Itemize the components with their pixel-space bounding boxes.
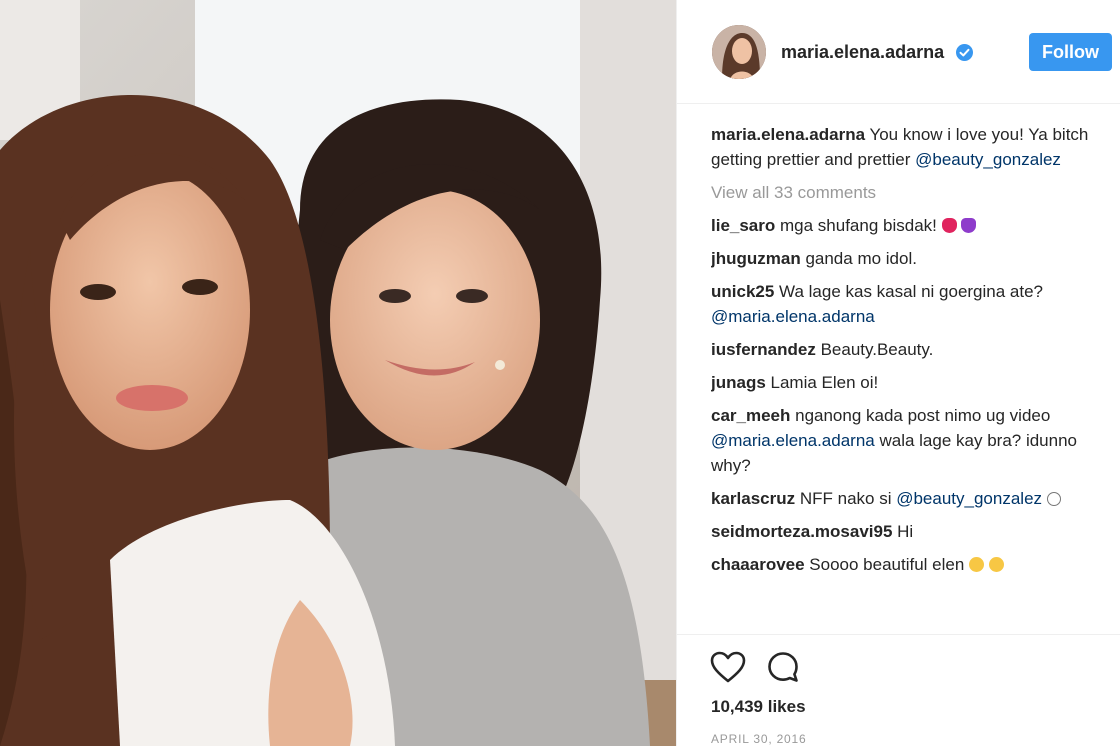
comment-mention[interactable]: @beauty_gonzalez <box>896 489 1042 508</box>
comment: lie_saro mga shufang bisdak! <box>711 213 1111 238</box>
comment-username[interactable]: chaaarovee <box>711 555 805 574</box>
comment-mention[interactable]: @maria.elena.adarna <box>711 307 875 326</box>
post-sidebar: maria.elena.adarna Follow maria.elena.ad… <box>676 0 1120 746</box>
post-header: maria.elena.adarna Follow <box>677 0 1120 104</box>
heart-icon[interactable] <box>710 651 746 683</box>
comments-list[interactable]: maria.elena.adarna You know i love you! … <box>711 122 1111 634</box>
comment: unick25 Wa lage kas kasal ni goergina at… <box>711 279 1111 329</box>
comment: karlascruz NFF nako si @beauty_gonzalez <box>711 486 1111 511</box>
comment-text: NFF nako si <box>795 489 897 508</box>
comment-text: Beauty.Beauty. <box>815 340 934 359</box>
comment-text: mga shufang bisdak! <box>775 216 942 235</box>
post-photo-illustration <box>0 0 676 746</box>
comment-username[interactable]: lie_saro <box>711 216 775 235</box>
heart-eyes-emoji-icon <box>969 557 985 572</box>
comment-icon[interactable] <box>767 651 799 683</box>
comment-username[interactable]: seidmorteza.mosavi95 <box>711 522 892 541</box>
comment-text: Lamia Elen oi! <box>765 373 879 392</box>
avatar[interactable] <box>712 25 766 79</box>
comment-text: Hi <box>892 522 914 541</box>
comment: seidmorteza.mosavi95 Hi <box>711 519 1111 544</box>
avatar-image <box>712 25 766 79</box>
username-link[interactable]: maria.elena.adarna <box>781 42 944 63</box>
caption-mention[interactable]: @beauty_gonzalez <box>915 150 1061 169</box>
comment: jhuguzman ganda mo idol. <box>711 246 1111 271</box>
comment-username[interactable]: karlascruz <box>711 489 795 508</box>
post-photo[interactable] <box>0 0 676 746</box>
likes-count[interactable]: 10,439 likes <box>711 697 806 717</box>
comment-username[interactable]: car_meeh <box>711 406 790 425</box>
post-actions: 10,439 likes APRIL 30, 2016 <box>677 634 1120 746</box>
comment: junags Lamia Elen oi! <box>711 370 1111 395</box>
comment-text: Soooo beautiful elen <box>804 555 970 574</box>
comment-username[interactable]: jhuguzman <box>711 249 801 268</box>
follow-button[interactable]: Follow <box>1029 33 1112 71</box>
comment: car_meeh nganong kada post nimo ug video… <box>711 403 1111 478</box>
heart-eyes-emoji-icon <box>988 557 1004 572</box>
comment-text: ganda mo idol. <box>800 249 917 268</box>
caption: maria.elena.adarna You know i love you! … <box>711 122 1111 172</box>
verified-badge-icon <box>956 44 973 61</box>
comment-username[interactable]: iusfernandez <box>711 340 816 359</box>
caption-username[interactable]: maria.elena.adarna <box>711 125 865 144</box>
smile-emoji-icon <box>1046 492 1061 506</box>
purple-heart-emoji-icon <box>961 218 977 233</box>
comment: iusfernandez Beauty.Beauty. <box>711 337 1111 362</box>
comment-text: Wa lage kas kasal ni goergina ate? <box>774 282 1044 301</box>
comment-text: nganong kada post nimo ug video <box>790 406 1051 425</box>
comment-username[interactable]: junags <box>711 373 766 392</box>
comment: chaaarovee Soooo beautiful elen <box>711 552 1111 577</box>
comment-mention[interactable]: @maria.elena.adarna <box>711 431 875 450</box>
view-all-comments-link[interactable]: View all 33 comments <box>711 180 1111 205</box>
comment-username[interactable]: unick25 <box>711 282 774 301</box>
lips-emoji-icon <box>941 218 957 233</box>
post-date: APRIL 30, 2016 <box>711 732 807 746</box>
